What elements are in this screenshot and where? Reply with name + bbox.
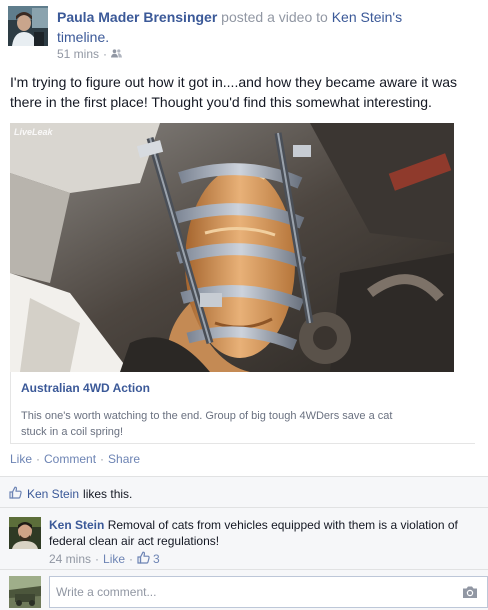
thumbs-up-icon[interactable]: [137, 551, 150, 567]
likes-sentence: Ken Stein likes this.: [9, 486, 132, 502]
video-player[interactable]: LiveLeak: [10, 123, 454, 372]
viewer-avatar: [9, 576, 41, 608]
comment-composer: [9, 576, 488, 608]
action-separator: ·: [100, 452, 105, 466]
story-meta: 51 mins ·: [57, 47, 123, 61]
author-avatar[interactable]: [8, 6, 48, 46]
story-actions: Like · Comment · Share: [10, 452, 140, 466]
comment-like-button[interactable]: Like: [103, 552, 125, 566]
camera-icon[interactable]: [462, 585, 478, 599]
ufi-divider: [0, 507, 488, 508]
action-separator: ·: [36, 452, 41, 466]
comment-timestamp[interactable]: 24 mins: [49, 552, 91, 566]
video-attachment-info[interactable]: Australian 4WD Action This one's worth w…: [10, 372, 475, 444]
like-button[interactable]: Like: [10, 452, 32, 466]
comment-author[interactable]: Ken Stein: [49, 518, 104, 532]
target-timeline-link[interactable]: Ken Stein's: [332, 9, 402, 25]
attachment-title[interactable]: Australian 4WD Action: [21, 381, 150, 395]
feed-story: Paula Mader Brensinger posted a video to…: [0, 0, 488, 610]
meta-separator: ·: [103, 47, 108, 61]
story-header: Paula Mader Brensinger posted a video to…: [57, 7, 477, 47]
comment-text: Removal of cats from vehicles equipped w…: [49, 518, 458, 548]
ufi-divider: [0, 569, 488, 570]
liker-name[interactable]: Ken Stein: [27, 487, 79, 501]
comment-meta: 24 mins · Like · 3: [49, 551, 160, 567]
comment-like-count[interactable]: 3: [153, 552, 160, 566]
comment-body: Ken Stein Removal of cats from vehicles …: [49, 517, 474, 549]
target-timeline-suffix[interactable]: timeline.: [57, 29, 109, 45]
friends-icon[interactable]: [111, 47, 123, 61]
post-message: I'm trying to figure out how it got in..…: [10, 74, 458, 110]
thumbs-up-icon: [9, 486, 22, 502]
meta-separator: ·: [129, 552, 134, 566]
story-timestamp[interactable]: 51 mins: [57, 47, 99, 61]
author-name[interactable]: Paula Mader Brensinger: [57, 9, 217, 25]
video-watermark: LiveLeak: [14, 127, 53, 137]
share-button[interactable]: Share: [108, 452, 140, 466]
story-action-text: posted a video to: [221, 9, 328, 25]
likes-text: likes this.: [83, 487, 133, 501]
attachment-description: This one's worth watching to the end. Gr…: [21, 410, 393, 438]
feedback-section: Ken Stein likes this. Ken Stein Removal …: [0, 476, 488, 610]
commenter-avatar[interactable]: [9, 517, 41, 549]
comment-input[interactable]: [49, 576, 488, 608]
comment-button[interactable]: Comment: [44, 452, 96, 466]
meta-separator: ·: [95, 552, 100, 566]
